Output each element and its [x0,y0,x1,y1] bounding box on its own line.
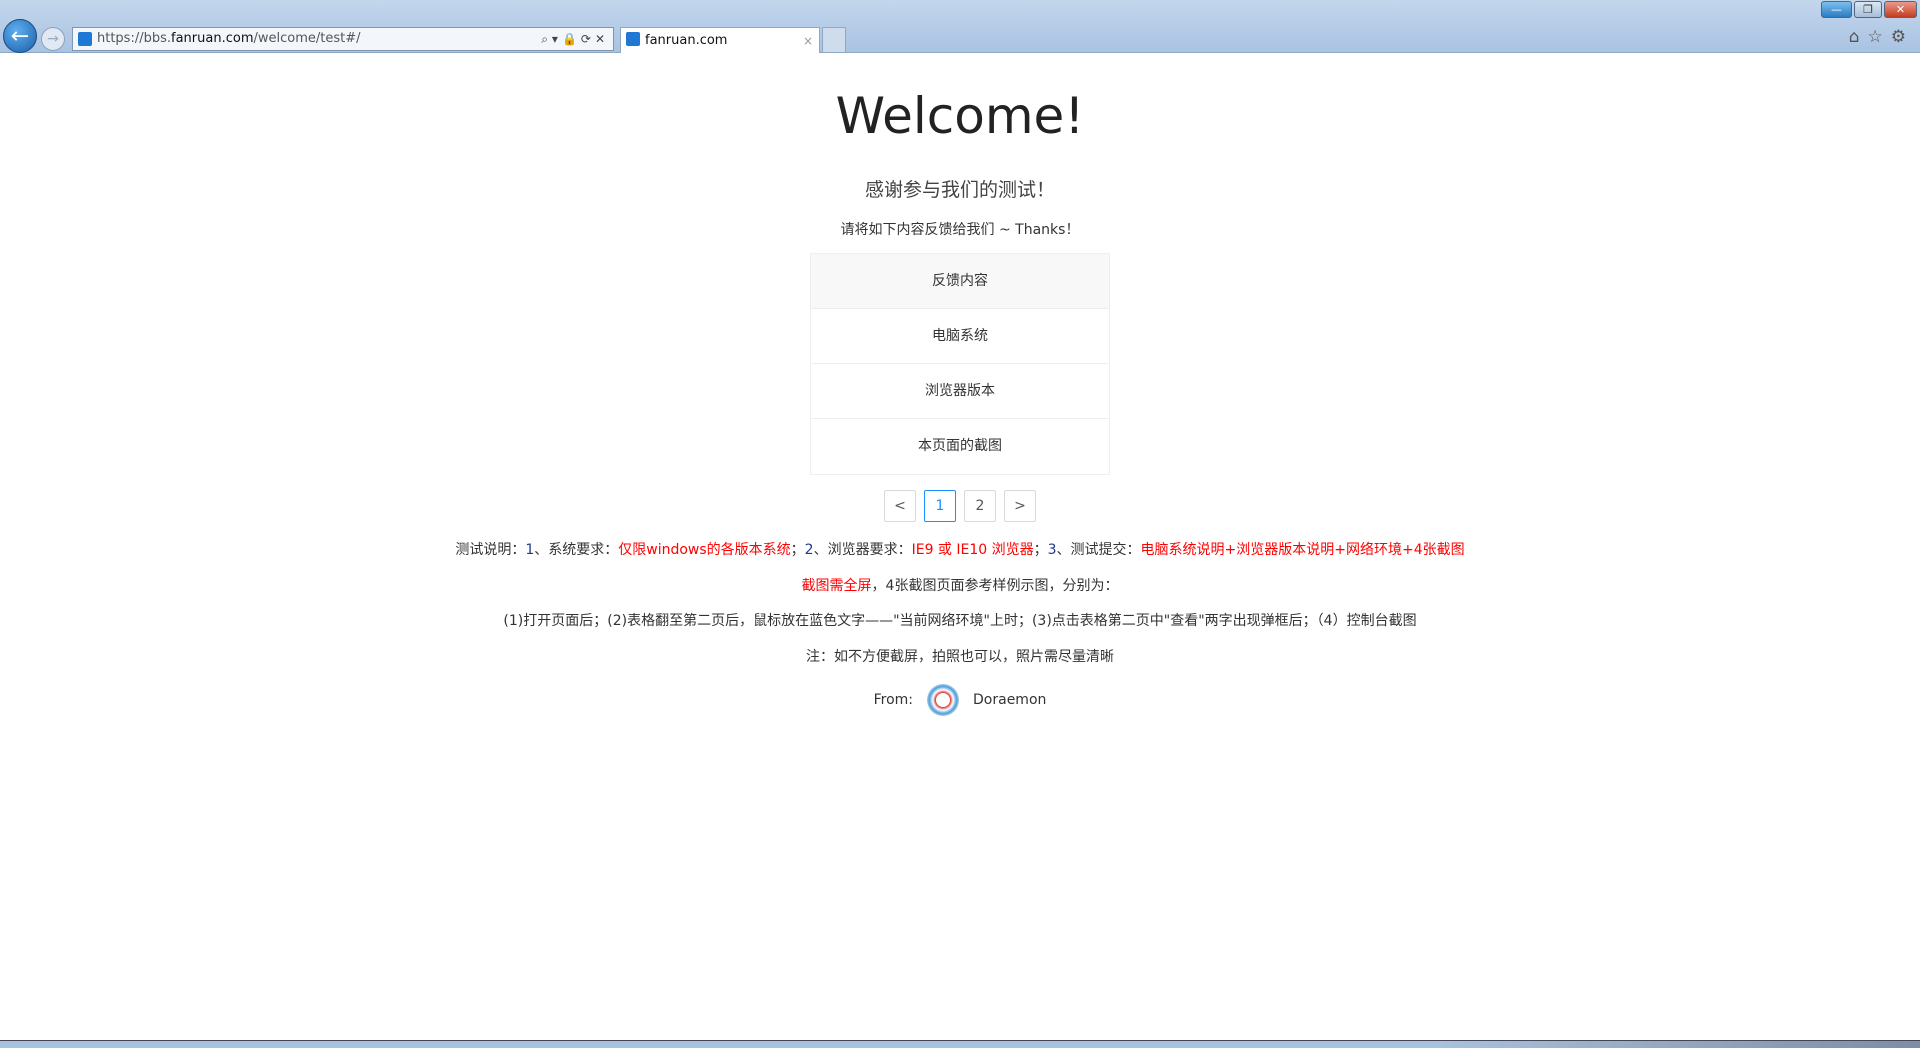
back-button[interactable]: ← [3,19,37,53]
tab-close-icon[interactable]: × [803,28,813,54]
description-segment: 、测试提交： [1056,542,1141,558]
table-header: 反馈内容 [811,254,1109,309]
windows-taskbar [0,1040,1920,1048]
description-segment: 仅限windows的各版本系统 [618,542,791,558]
restore-button[interactable]: ❐ [1854,1,1882,18]
page-1-button[interactable]: 1 [924,490,956,522]
description-segment: 、系统要求： [534,542,619,558]
description-segment: 测试说明： [455,542,526,558]
table-row: 电脑系统 [811,309,1109,364]
instruction-text: 请将如下内容反馈给我们 ~ Thanks！ [840,222,1080,238]
browser-chrome: ← → https://bbs.fanruan.com/welcome/test… [0,0,1920,53]
test-description-line-2: 截图需全屏，4张截图页面参考样例示图，分别为： [0,575,1920,595]
pagination: < 1 2 > [884,490,1036,522]
description-segment: ； [1033,542,1048,558]
forward-button[interactable]: → [41,27,65,51]
feedback-table: 反馈内容 电脑系统 浏览器版本 本页面的截图 [810,253,1110,475]
home-favorites-settings-icons[interactable]: ⌂☆⚙ [1849,27,1914,47]
description-segment: 截图需全屏 [801,578,872,594]
subtitle: 感谢参与我们的测试！ [864,179,1055,201]
new-tab-button[interactable] [822,27,846,53]
tab-fanruan[interactable]: fanruan.com × [620,27,820,53]
from-author: From: Doraemon [0,684,1920,716]
author-name: Doraemon [973,692,1047,708]
description-segment: 、浏览器要求： [813,542,912,558]
page-2-button[interactable]: 2 [964,490,996,522]
minimize-button[interactable]: — [1821,1,1852,18]
close-window-button[interactable]: ✕ [1884,1,1917,18]
url-path: /welcome/test#/ [253,31,361,46]
test-description-line-3: (1)打开页面后；(2)表格翻至第二页后，鼠标放在蓝色文字——"当前网络环境"上… [503,613,1417,629]
description-segment: 3 [1047,542,1057,558]
from-label: From: [873,692,914,708]
tab-favicon-icon [626,32,640,46]
prev-page-button[interactable]: < [884,490,916,522]
address-bar[interactable]: https://bbs.fanruan.com/welcome/test#/ ⌕… [72,27,614,51]
page-title: Welcome! [835,87,1085,145]
description-segment: ，4张截图页面参考样例示图，分别为： [871,578,1119,594]
table-row: 浏览器版本 [811,364,1109,419]
description-segment: 1 [525,542,535,558]
description-segment: IE9 或 IE10 浏览器 [911,542,1034,558]
test-description-line-1: 测试说明：1、系统要求：仅限windows的各版本系统；2、浏览器要求：IE9 … [0,539,1920,559]
url-domain: fanruan.com [171,31,254,46]
avatar [927,684,960,716]
address-bar-icons[interactable]: ⌕▾🔒⟳✕ [541,28,609,50]
test-note: 注：如不方便截屏，拍照也可以，照片需尽量清晰 [806,649,1114,665]
description-segment: ； [790,542,805,558]
tab-title: fanruan.com [645,33,728,48]
url-prefix: https://bbs. [97,31,172,46]
description-segment: 2 [804,542,814,558]
site-favicon-icon [78,32,92,46]
description-segment: 电脑系统说明+浏览器版本说明+网络环境+4张截图 [1140,542,1465,558]
next-page-button[interactable]: > [1004,490,1036,522]
table-row: 本页面的截图 [918,438,1002,454]
